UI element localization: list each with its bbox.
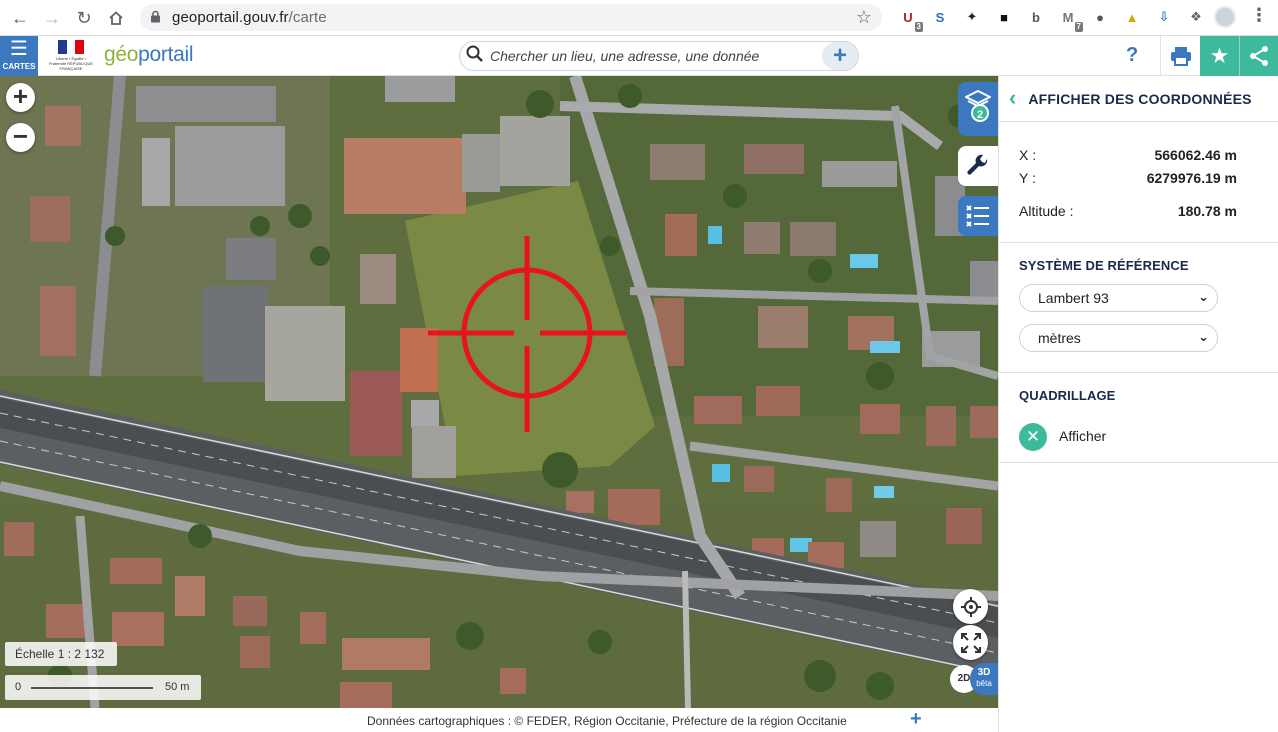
cartes-menu-button[interactable]: ☰ CARTES bbox=[0, 36, 38, 76]
attribution-footer: Données cartographiques : © FEDER, Régio… bbox=[0, 708, 998, 732]
altitude-value: 180.78 m bbox=[1177, 203, 1237, 219]
search-input[interactable]: Chercher un lieu, une adresse, une donné… bbox=[490, 48, 822, 64]
print-button[interactable] bbox=[1160, 36, 1200, 76]
reload-icon[interactable]: ↻ bbox=[68, 2, 100, 34]
view-mode-toggle[interactable]: 2D 3D bêta bbox=[950, 663, 998, 697]
x-label: X : bbox=[1019, 147, 1037, 163]
crosshair-marker bbox=[428, 236, 626, 432]
fullscreen-button[interactable] bbox=[953, 625, 988, 660]
wrench-icon bbox=[967, 154, 988, 175]
target-icon bbox=[960, 596, 981, 617]
puzzle-extension-icon[interactable]: ❖ bbox=[1184, 5, 1208, 29]
brand-portail: portail bbox=[138, 43, 194, 66]
browser-menu-icon[interactable]: ⋮ bbox=[1250, 5, 1268, 26]
hamburger-icon: ☰ bbox=[10, 38, 28, 60]
chevron-down-icon: ⌄ bbox=[1198, 289, 1209, 304]
expand-icon bbox=[960, 632, 981, 653]
scale-min: 0 bbox=[15, 681, 22, 693]
cartes-label: CARTES bbox=[2, 62, 36, 71]
layers-count-badge: 2 bbox=[971, 104, 989, 122]
forward-arrow-icon[interactable]: → bbox=[36, 2, 68, 34]
star-icon: ★ bbox=[1209, 43, 1230, 68]
panel-header: ‹ AFFICHER DES COORDONNÉES bbox=[999, 76, 1278, 122]
search-box[interactable]: Chercher un lieu, une adresse, une donné… bbox=[459, 41, 859, 71]
reference-system-value: Lambert 93 bbox=[1038, 290, 1109, 306]
mode-3d-label: 3D bbox=[977, 667, 991, 678]
y-label: Y : bbox=[1019, 170, 1036, 186]
scale-max: 50 m bbox=[165, 681, 190, 693]
app-header: ☰ CARTES Liberté • Égalité • Fraternité … bbox=[0, 36, 1278, 76]
panel-title: AFFICHER DES COORDONNÉES bbox=[1028, 90, 1252, 107]
circle-extension-icon[interactable]: ● bbox=[1088, 5, 1112, 29]
grid-toggle-button[interactable]: ✕ bbox=[1019, 423, 1047, 451]
gmail-extension-icon[interactable]: M7 bbox=[1056, 5, 1083, 32]
extensions-row: U 3 S ✦ ■ b M 7 ● ▲ ⇩ ❖ bbox=[896, 5, 1208, 32]
scale-line bbox=[31, 687, 153, 689]
grid-title: QUADRILLAGE bbox=[1019, 388, 1116, 403]
search-icon bbox=[460, 45, 490, 68]
geolocate-button[interactable] bbox=[953, 589, 988, 624]
tools-button[interactable] bbox=[958, 146, 998, 186]
altitude-row: Altitude : 180.78 m bbox=[1019, 203, 1237, 219]
s-extension-icon[interactable]: S bbox=[928, 5, 952, 29]
share-icon bbox=[1250, 46, 1268, 66]
close-icon: ✕ bbox=[1025, 427, 1041, 446]
reference-system-section: SYSTÈME DE RÉFÉRENCE Lambert 93 ⌄ mètres… bbox=[999, 243, 1278, 373]
altitude-label: Altitude : bbox=[1019, 203, 1074, 219]
chevron-left-icon[interactable]: ‹ bbox=[1009, 85, 1016, 111]
b-extension-icon[interactable]: b bbox=[1024, 5, 1048, 29]
url-text: geoportail.gouv.fr/carte bbox=[172, 9, 327, 26]
scale-bar: 0 50 m bbox=[5, 675, 201, 700]
scale-label: Échelle 1 : 2 132 bbox=[5, 642, 117, 666]
download-extension-icon[interactable]: ⇩ bbox=[1152, 5, 1176, 29]
share-button[interactable] bbox=[1239, 36, 1278, 76]
pin-extension-icon[interactable]: ✦ bbox=[960, 5, 984, 29]
coordinates-values: X : 566062.46 m Y : 6279976.19 m Altitud… bbox=[999, 122, 1278, 243]
unit-select[interactable]: mètres ⌄ bbox=[1019, 324, 1218, 352]
help-button[interactable]: ? bbox=[1126, 44, 1138, 67]
grid-section: QUADRILLAGE ✕ Afficher bbox=[999, 373, 1278, 463]
flask-extension-icon[interactable]: ▲ bbox=[1120, 5, 1144, 29]
chevron-down-icon: ⌄ bbox=[1198, 329, 1209, 344]
mode-beta-label: bêta bbox=[976, 679, 992, 688]
unit-value: mètres bbox=[1038, 330, 1081, 346]
x-row: X : 566062.46 m bbox=[1019, 147, 1237, 163]
republique-francaise-logo: Liberté • Égalité • Fraternité RÉPUBLIQU… bbox=[47, 40, 95, 71]
ublock-icon[interactable]: U3 bbox=[896, 5, 923, 32]
attribution-text: Données cartographiques : © FEDER, Régio… bbox=[367, 714, 847, 728]
profile-avatar[interactable] bbox=[1214, 6, 1236, 28]
bookmark-star-icon[interactable]: ☆ bbox=[856, 7, 872, 28]
coordinates-panel: ‹ AFFICHER DES COORDONNÉES X : 566062.46… bbox=[998, 76, 1278, 732]
print-icon bbox=[1170, 47, 1191, 66]
url-path: /carte bbox=[288, 9, 327, 26]
attribution-expand-button[interactable]: + bbox=[910, 708, 922, 731]
extension-badge: 3 bbox=[914, 22, 923, 32]
grid-toggle-label[interactable]: Afficher bbox=[1059, 428, 1106, 444]
legend-list-button[interactable] bbox=[958, 196, 998, 236]
lock-icon bbox=[150, 10, 166, 26]
layers-button[interactable]: 2 bbox=[958, 82, 998, 136]
list-icon bbox=[966, 205, 989, 227]
address-bar[interactable]: geoportail.gouv.fr/carte ☆ bbox=[140, 4, 882, 31]
brand-geo: géo bbox=[104, 43, 139, 66]
reference-system-select[interactable]: Lambert 93 ⌄ bbox=[1019, 284, 1218, 312]
home-icon[interactable] bbox=[100, 2, 132, 34]
back-arrow-icon[interactable]: ← bbox=[4, 2, 36, 34]
search-plus-button[interactable]: + bbox=[822, 42, 858, 70]
y-value: 6279976.19 m bbox=[1146, 170, 1237, 186]
y-row: Y : 6279976.19 m bbox=[1019, 170, 1237, 186]
extension-badge: 7 bbox=[1074, 22, 1083, 32]
url-host: geoportail.gouv.fr bbox=[172, 9, 289, 26]
favorite-star-button[interactable]: ★ bbox=[1200, 36, 1239, 76]
x-value: 566062.46 m bbox=[1154, 147, 1237, 163]
dark-extension-icon[interactable]: ■ bbox=[992, 5, 1016, 29]
rf-caption: Liberté • Égalité • Fraternité RÉPUBLIQU… bbox=[48, 56, 93, 71]
zoom-in-button[interactable]: + bbox=[6, 83, 35, 112]
browser-toolbar: ← → ↻ geoportail.gouv.fr/carte ☆ U 3 S ✦ ■ b M… bbox=[0, 0, 1278, 36]
map-view[interactable]: + − 2 2D 3D bêta Échelle 1 : 2 132 0 50 m bbox=[0, 76, 998, 708]
mode-3d-button[interactable]: 3D bêta bbox=[970, 663, 998, 695]
reference-system-title: SYSTÈME DE RÉFÉRENCE bbox=[1019, 258, 1189, 273]
zoom-out-button[interactable]: − bbox=[6, 123, 35, 152]
geoportail-logo[interactable]: géoportail bbox=[104, 43, 194, 67]
